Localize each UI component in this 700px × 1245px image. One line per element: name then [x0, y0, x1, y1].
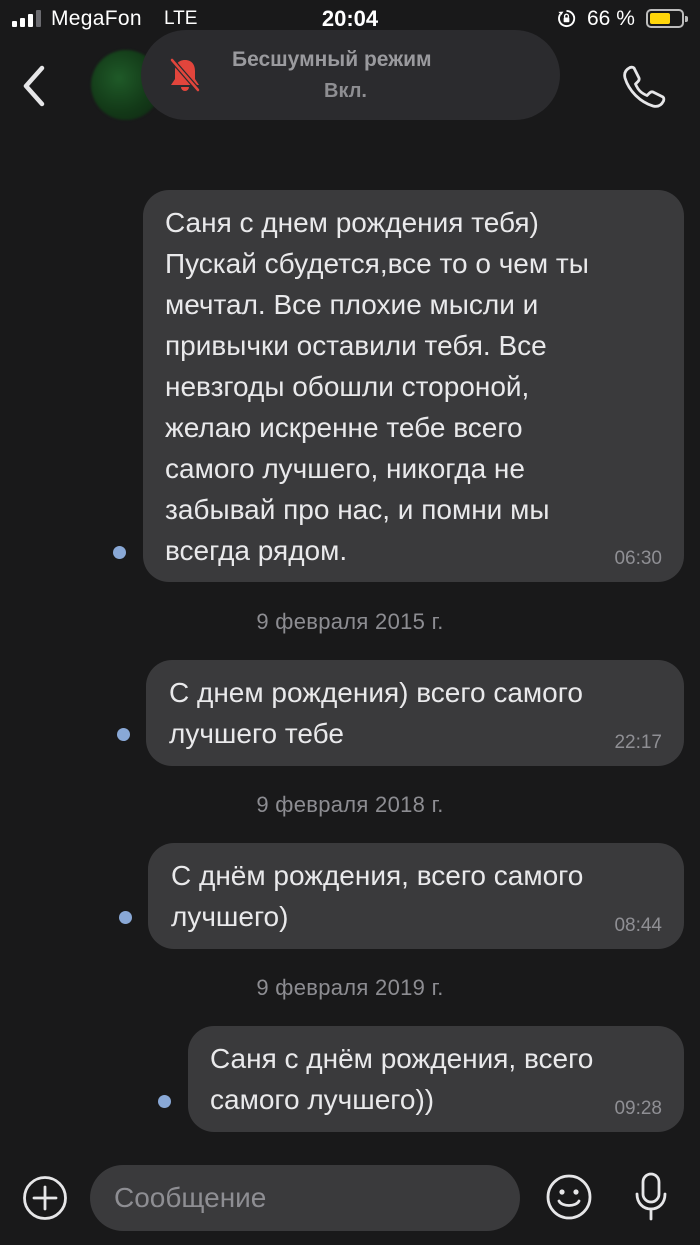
message-bubble[interactable]: С днем рождения) всего самого лучшего те… [146, 660, 684, 766]
unread-dot [158, 1095, 171, 1108]
message-time: 08:44 [614, 915, 662, 936]
message-text: С днем рождения) всего самого лучшего те… [169, 677, 583, 749]
orientation-lock-icon [558, 9, 576, 28]
chevron-left-icon[interactable] [18, 64, 50, 108]
date-separator: 9 февраля 2018 г. [256, 792, 444, 817]
message-bubble[interactable]: Саня с днём рождения, всего самого лучше… [188, 1026, 684, 1132]
message-time: 22:17 [614, 732, 662, 753]
battery-icon [646, 9, 688, 28]
battery-percent: 66 % [587, 7, 635, 30]
emoji-icon[interactable] [545, 1173, 593, 1221]
unread-dot [119, 911, 132, 924]
plus-icon[interactable] [22, 1175, 68, 1221]
bell-slash-icon [170, 58, 200, 92]
message-time: 09:28 [614, 1098, 662, 1119]
silent-mode-title: Бесшумный режим [232, 48, 432, 71]
message-text: Саня с днём рождения, всего самого лучше… [210, 1043, 594, 1115]
unread-dot [113, 546, 126, 559]
message-time: 06:30 [614, 548, 662, 569]
message-input[interactable] [90, 1165, 520, 1231]
phone-icon[interactable] [620, 63, 668, 111]
date-separator: 9 февраля 2015 г. [256, 609, 444, 634]
message-text: С днём рождения, всего самого лучшего) [171, 860, 584, 932]
microphone-icon[interactable] [633, 1171, 669, 1223]
battery-fill [650, 13, 670, 24]
message-bubble[interactable]: Саня с днем рождения тебя) Пускай сбудет… [143, 190, 684, 582]
composer-bar [0, 1145, 700, 1245]
silent-mode-state: Вкл. [324, 80, 367, 102]
date-separator: 9 февраля 2019 г. [256, 975, 444, 1000]
silent-mode-banner: Бесшумный режим Вкл. [141, 30, 560, 120]
unread-dot [117, 728, 130, 741]
message-text: Саня с днем рождения тебя) Пускай сбудет… [165, 207, 589, 566]
message-bubble[interactable]: С днём рождения, всего самого лучшего) 0… [148, 843, 684, 949]
